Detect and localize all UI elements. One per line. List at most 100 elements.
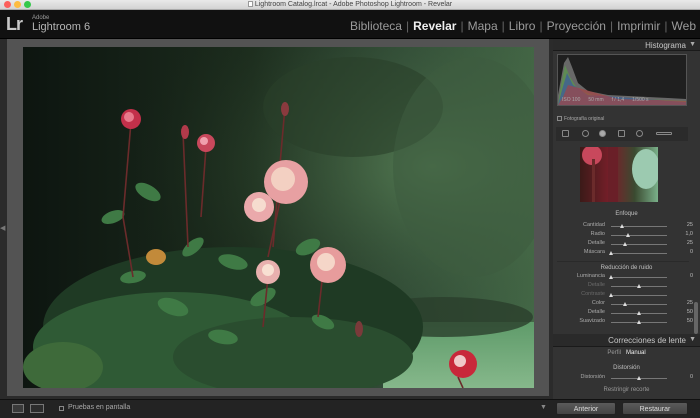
develop-tool-strip <box>556 127 688 141</box>
histogram[interactable]: ISO 100 50 mm f / 1,4 1/500 s <box>557 54 687 106</box>
slider-track[interactable] <box>611 376 667 380</box>
soft-proofing-label: Pruebas en pantalla <box>68 404 131 411</box>
restrict-crop-label[interactable]: Restringir recorte <box>553 387 700 393</box>
soft-proofing-checkbox[interactable] <box>59 406 64 411</box>
slider-knob[interactable] <box>637 284 641 288</box>
slider-track[interactable] <box>611 302 667 306</box>
module-revelar[interactable]: Revelar <box>413 19 456 33</box>
sharpening-title: Enfoque <box>615 211 638 217</box>
slider-value: 25 <box>686 300 693 306</box>
slider-track[interactable] <box>611 320 667 324</box>
original-photo-checkbox[interactable] <box>557 116 562 121</box>
lens-corrections-title: Correcciones de lente <box>608 336 686 345</box>
original-photo-toggle[interactable]: Fotografía original <box>557 116 604 122</box>
slider-row[interactable]: Color 25 <box>553 300 693 308</box>
slider-label: Luminancia <box>576 273 605 279</box>
mac-title-bar: Lightroom Catalog.lrcat - Adobe Photosho… <box>0 0 700 10</box>
module-separator: | <box>664 19 668 33</box>
slider-track[interactable] <box>609 293 667 297</box>
histogram-title: Histograma <box>645 41 686 50</box>
slider-label: Detalle <box>587 240 605 246</box>
module-biblioteca[interactable]: Biblioteca <box>350 19 402 33</box>
slider-row[interactable]: Detalle <box>553 282 693 290</box>
lightroom-header: Lr Adobe Lightroom 6 Biblioteca | Revelar |… <box>0 10 700 39</box>
histogram-panel-header[interactable]: Histograma ▼ <box>553 39 700 51</box>
slider-knob[interactable] <box>609 293 613 297</box>
before-after-view-button[interactable] <box>30 404 44 413</box>
panel-scrollbar[interactable] <box>694 302 698 334</box>
module-web[interactable]: Web <box>672 19 696 33</box>
lens-collapse-triangle-icon[interactable]: ▼ <box>689 336 696 343</box>
slider-track[interactable] <box>611 242 667 246</box>
window-title-wrap: Lightroom Catalog.lrcat - Adobe Photosho… <box>0 0 700 10</box>
slider-knob[interactable] <box>637 320 641 324</box>
slider-knob[interactable] <box>623 302 627 306</box>
focal-length: 50 mm <box>588 97 604 103</box>
slider-track[interactable] <box>611 233 667 237</box>
rose-photo-image <box>23 47 534 388</box>
spot-removal-icon[interactable] <box>582 130 589 137</box>
lens-tabs: Perfil Manual <box>553 350 700 356</box>
toolbar-menu-arrow-icon[interactable]: ▼ <box>540 404 547 411</box>
slider-track[interactable] <box>611 284 667 288</box>
module-imprimir[interactable]: Imprimir <box>617 19 660 33</box>
slider-value: 0 <box>689 374 693 380</box>
module-libro[interactable]: Libro <box>509 19 536 33</box>
module-separator: | <box>501 19 505 33</box>
slider-label: Distorsión <box>580 374 605 380</box>
tab-manual[interactable]: Manual <box>626 350 646 356</box>
graduated-filter-icon[interactable] <box>618 130 625 137</box>
crop-tool-icon[interactable] <box>562 130 569 137</box>
left-panel-toggle-icon[interactable]: ◀ <box>0 224 5 234</box>
photo-canvas-area <box>7 39 549 396</box>
window-title: Lightroom Catalog.lrcat - Adobe Photosho… <box>254 1 453 8</box>
slider-row[interactable]: Detalle 25 <box>553 240 693 248</box>
slider-knob[interactable] <box>623 242 627 246</box>
slider-track[interactable] <box>611 311 667 315</box>
lens-corrections-header[interactable]: Correcciones de lente ▼ <box>553 334 700 347</box>
detail-zoom-preview[interactable] <box>580 147 658 202</box>
slider-track[interactable] <box>611 224 667 228</box>
lr-logo: Lr <box>6 14 23 34</box>
slider-value: 1,0 <box>685 231 693 237</box>
slider-track[interactable] <box>609 251 667 255</box>
slider-knob[interactable] <box>620 224 625 228</box>
module-proyeccion[interactable]: Proyección <box>547 19 606 33</box>
previous-settings-button[interactable]: Anterior <box>556 402 616 415</box>
reset-button[interactable]: Restaurar <box>622 402 688 415</box>
collapse-triangle-icon[interactable]: ▼ <box>689 41 696 48</box>
module-separator: | <box>609 19 614 33</box>
slider-row[interactable]: Máscara 0 <box>553 249 693 257</box>
slider-row[interactable]: Suavizado 50 <box>553 318 693 326</box>
module-separator: | <box>539 19 543 33</box>
loupe-view-button[interactable] <box>12 404 24 413</box>
slider-row[interactable]: Radio 1,0 <box>553 231 693 239</box>
slider-label: Máscara <box>583 249 605 255</box>
slider-label: Contraste <box>581 291 605 297</box>
slider-knob[interactable] <box>637 376 641 380</box>
slider-knob[interactable] <box>609 275 613 279</box>
radial-filter-icon[interactable] <box>636 130 643 137</box>
slider-row[interactable]: Cantidad 25 <box>553 222 693 230</box>
slider-label: Radio <box>590 231 605 237</box>
original-photo-label: Fotografía original <box>564 116 605 122</box>
section-divider <box>557 261 689 262</box>
photo-preview[interactable] <box>23 47 534 388</box>
red-eye-icon[interactable] <box>599 130 606 137</box>
slider-value: 25 <box>686 222 693 228</box>
slider-knob[interactable] <box>625 233 630 237</box>
slider-knob[interactable] <box>609 251 613 255</box>
slider-value: 0 <box>689 249 693 255</box>
brand-name: Lightroom 6 <box>32 21 91 33</box>
adjustment-brush-icon[interactable] <box>656 132 672 135</box>
slider-row[interactable]: Luminancia 0 <box>553 273 693 281</box>
slider-knob[interactable] <box>637 311 641 315</box>
slider-track[interactable] <box>609 275 667 279</box>
slider-row[interactable]: Detalle 50 <box>553 309 693 317</box>
tab-perfil[interactable]: Perfil <box>607 350 621 356</box>
slider-label: Detalle <box>587 282 605 288</box>
slider-row[interactable]: Contraste <box>553 291 693 299</box>
module-mapa[interactable]: Mapa <box>468 19 498 33</box>
module-picker: Biblioteca | Revelar | Mapa | Libro | Proyección… <box>350 19 696 33</box>
distortion-slider[interactable]: Distorsión 0 <box>553 374 693 382</box>
